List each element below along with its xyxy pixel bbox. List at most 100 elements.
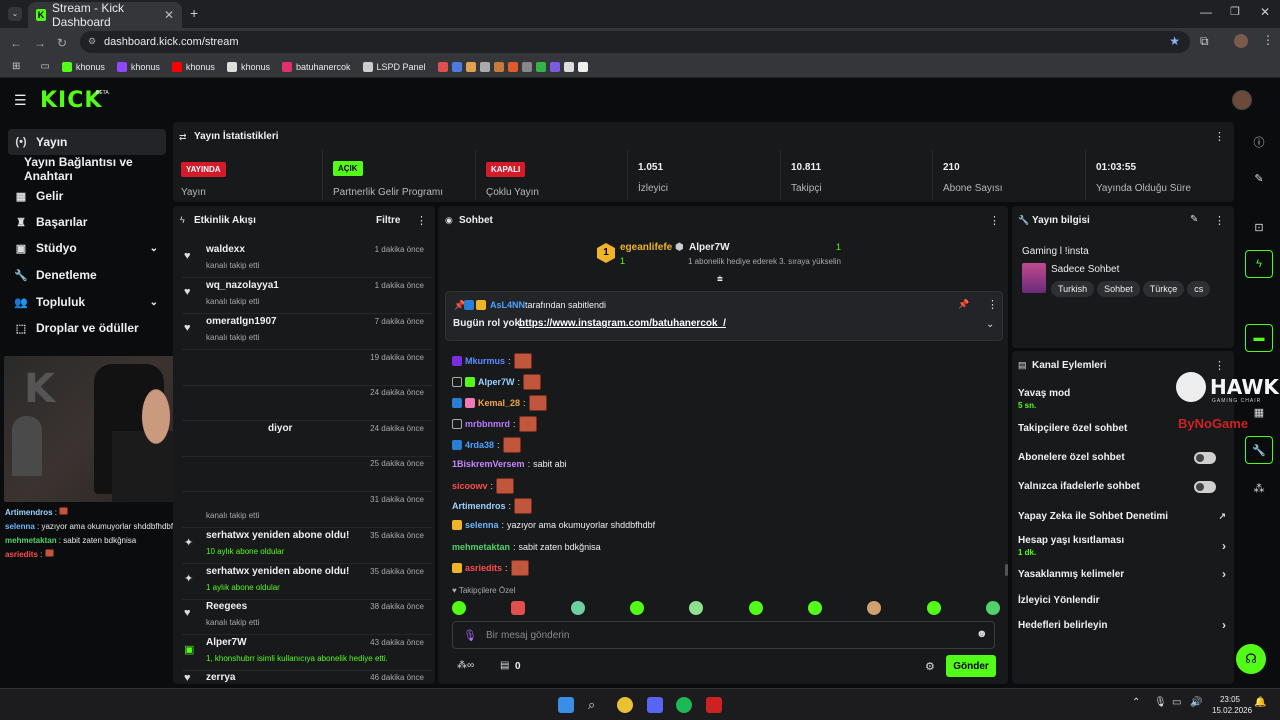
back-icon[interactable]: ← <box>10 36 22 50</box>
support-button[interactable]: ☊ <box>1236 644 1266 674</box>
event-user[interactable]: serhatwx yeniden abone oldu! <box>206 566 349 577</box>
top-gifter-name[interactable]: egeanlifefe <box>620 242 672 253</box>
capture-icon[interactable]: ⊡ <box>1245 213 1273 241</box>
chat-user[interactable]: Artimendros <box>452 501 506 511</box>
sidebar-item-gelir[interactable]: ▦ Gelir <box>8 183 166 209</box>
set-goals-row[interactable]: Hedefleri belirleyin › <box>1018 618 1230 632</box>
network-icon[interactable]: ▭ <box>1172 697 1181 708</box>
chat-user[interactable]: selenna <box>465 520 499 530</box>
chevron-down-icon[interactable]: ⌄ <box>150 243 158 254</box>
emote-icon[interactable] <box>926 601 941 615</box>
send-button[interactable]: Gönder <box>946 655 996 677</box>
browser-tab[interactable]: K Stream - Kick Dashboard ✕ <box>28 1 182 29</box>
chat-user[interactable]: Kemal_28 <box>478 398 520 408</box>
clock[interactable]: 23:05 15.02.2026 <box>1212 694 1252 716</box>
user-avatar[interactable] <box>1232 90 1252 110</box>
apps-icon[interactable]: ⊞ <box>12 61 20 72</box>
bookmark-item[interactable]: batuhanercok <box>281 61 351 72</box>
mic-tray-icon[interactable]: 🎙 <box>1154 697 1167 708</box>
bookmark-item[interactable]: khonus <box>171 61 215 72</box>
bookmark-item[interactable]: LSPD Panel <box>362 61 426 72</box>
event-user[interactable]: serhatwx yeniden abone oldu! <box>206 530 349 541</box>
sidebar-item-topluluk[interactable]: 👥 Topluluk ⌄ <box>8 289 166 315</box>
external-link-icon[interactable]: ↗ <box>1218 511 1226 522</box>
volume-icon[interactable]: 🔊 <box>1190 697 1202 708</box>
info-icon[interactable]: ⓘ <box>1245 128 1273 156</box>
new-tab-icon[interactable]: + <box>190 5 198 21</box>
chat-user[interactable]: 4rda38 <box>465 440 494 450</box>
tray-chevron-icon[interactable]: ⌃ <box>1132 697 1140 708</box>
subscribers-chat-toggle[interactable] <box>1194 452 1216 464</box>
emotes-only-toggle[interactable] <box>1194 481 1216 493</box>
sidebar-item-yayin[interactable]: (•) Yayın <box>8 129 166 155</box>
emote-icon[interactable] <box>689 601 704 615</box>
quick-actions-icon[interactable]: ϟ <box>1245 250 1273 278</box>
emote-icon[interactable] <box>748 601 763 615</box>
chrome-icon[interactable] <box>617 697 633 713</box>
chat-user[interactable]: Mkurmus <box>465 356 505 366</box>
discord-icon[interactable] <box>647 697 663 713</box>
sidebar-item-basarilar[interactable]: ♜ Başarılar <box>8 209 166 235</box>
forward-icon[interactable]: → <box>34 36 46 50</box>
emote-icon[interactable] <box>629 601 644 615</box>
tag[interactable]: cs <box>1187 281 1211 297</box>
event-user[interactable]: Alper7W <box>206 637 247 648</box>
extensions-icon[interactable]: ⧉ <box>1200 34 1209 49</box>
stream-info-menu-icon[interactable]: ⋮ <box>1214 214 1225 227</box>
chat-user[interactable]: asriedits <box>465 563 502 573</box>
spotify-icon[interactable] <box>676 697 692 713</box>
chevron-right-icon[interactable]: › <box>1222 539 1226 553</box>
gifter-name[interactable]: Alper7W <box>689 242 730 253</box>
chat-expand-icon[interactable]: ⩧ <box>717 274 723 285</box>
bookmark-item[interactable]: khonus <box>116 61 160 72</box>
event-user[interactable]: wq_nazolayya1 <box>206 280 279 291</box>
bookmark-item[interactable]: khonus <box>226 61 270 72</box>
close-tab-icon[interactable]: ✕ <box>164 8 174 22</box>
browser-menu-icon[interactable]: ⋮ <box>1262 33 1274 47</box>
chat-menu-icon[interactable]: ⋮ <box>989 214 1000 227</box>
pinned-link[interactable]: https://www.instagram.com/batuhanercok_/ <box>519 318 726 329</box>
chat-user[interactable]: sicoowv <box>452 481 488 491</box>
edit-icon[interactable]: ✎ <box>1190 214 1198 225</box>
emote-icon[interactable] <box>511 601 526 615</box>
search-icon[interactable]: ⌕ <box>588 697 604 713</box>
chat-user[interactable]: mrbbnmrd <box>465 419 510 429</box>
emote-icon[interactable] <box>452 601 466 615</box>
chevron-right-icon[interactable]: › <box>1222 567 1226 581</box>
channel-actions-menu-icon[interactable]: ⋮ <box>1214 359 1225 372</box>
address-bar[interactable]: ⚙ dashboard.kick.com/stream ★ <box>80 31 1190 53</box>
close-window-icon[interactable]: ✕ <box>1260 5 1270 19</box>
chat-scrollbar[interactable] <box>1005 564 1008 576</box>
reload-icon[interactable]: ↻ <box>57 36 67 50</box>
banned-words-row[interactable]: Yasaklanmış kelimeler › <box>1018 567 1230 581</box>
sidebar-item-studyo[interactable]: ▣ Stüdyo ⌄ <box>8 235 166 261</box>
event-user[interactable]: omeratlgn1907 <box>206 316 277 327</box>
tag[interactable]: Turkish <box>1051 281 1095 297</box>
chat-input[interactable]: 🎙 Bir mesaj gönderin ☻ <box>452 621 995 649</box>
edit-rail-icon[interactable]: ✎ <box>1245 164 1273 192</box>
tab-list-icon[interactable]: ⌄ <box>8 7 22 21</box>
stats-rail-icon[interactable]: ▦ <box>1245 398 1273 426</box>
emoji-picker-icon[interactable]: ☻ <box>976 628 988 640</box>
notification-icon[interactable]: 🔔 <box>1254 697 1266 708</box>
chat-settings-icon[interactable]: ⚙ <box>925 660 935 673</box>
bookmark-icons[interactable] <box>437 61 588 72</box>
emote-icon[interactable] <box>570 601 585 615</box>
points-icon[interactable]: ⁂∞ <box>457 660 474 671</box>
chat-user[interactable]: Alper7W <box>478 377 515 387</box>
community-rail-icon[interactable]: ⁂ <box>1245 474 1273 502</box>
ai-moderation-row[interactable]: Yapay Zeka ile Sohbet Denetimi ↗ <box>1018 511 1230 522</box>
store-icon[interactable]: ▤ <box>500 660 509 671</box>
chevron-down-icon[interactable]: ⌄ <box>150 297 158 308</box>
activity-menu-icon[interactable]: ⋮ <box>416 214 427 227</box>
mic-icon[interactable]: 🎙 <box>463 629 477 642</box>
start-icon[interactable] <box>558 697 574 713</box>
chat-user[interactable]: 1BiskremVersem <box>452 459 525 469</box>
event-user[interactable]: diyor <box>268 423 292 434</box>
sidebar-item-stream-key[interactable]: Yayın Bağlantısı ve Anahtarı <box>18 155 176 183</box>
folder-icon[interactable]: ▭ <box>40 61 49 72</box>
tag[interactable]: Sohbet <box>1097 281 1140 297</box>
emote-icon[interactable] <box>867 601 882 615</box>
site-info-icon[interactable]: ⚙ <box>88 36 96 47</box>
chevron-right-icon[interactable]: › <box>1222 618 1226 632</box>
